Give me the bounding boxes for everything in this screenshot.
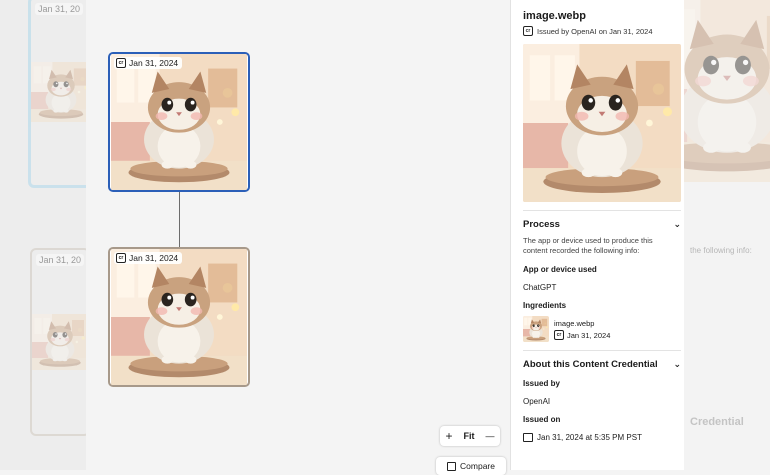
- node-date-chip: cr Jan 31, 2024: [114, 57, 183, 69]
- background-right: the following info: Credential !: [684, 0, 770, 470]
- credential-panel: image.webp cr Issued by OpenAI on Jan 31…: [510, 0, 684, 470]
- process-section-header[interactable]: Process ⌄: [523, 219, 681, 230]
- process-heading: Process: [523, 219, 560, 230]
- ghost-node-bottom: Jan 31, 20: [30, 248, 90, 436]
- compare-icon: [447, 461, 457, 471]
- about-section-header[interactable]: About this Content Credential ⌄: [523, 359, 681, 370]
- node-date: Jan 31, 2024: [129, 253, 179, 263]
- divider: [523, 210, 681, 211]
- ghost-date-label-2: Jan 31, 20: [36, 254, 85, 266]
- about-heading: About this Content Credential: [523, 359, 658, 371]
- content-credential-icon: cr: [523, 26, 533, 36]
- calendar-icon: [523, 433, 533, 443]
- ingredient-name: image.webp: [554, 319, 595, 329]
- zoom-in-button[interactable]: +: [445, 429, 452, 443]
- divider: [523, 350, 681, 352]
- issued-on-row: Jan 31, 2024 at 5:35 PM PST: [523, 433, 684, 443]
- node-connector: [179, 192, 180, 247]
- ingredient-date: Jan 31, 2024: [567, 330, 611, 340]
- issued-by-label: Issued by: [523, 379, 560, 389]
- node-date-chip: cr Jan 31, 2024: [114, 252, 183, 264]
- ingredient-item[interactable]: image.webp cr Jan 31, 2024: [523, 316, 684, 342]
- content-credential-icon: cr: [554, 330, 564, 341]
- chevron-down-icon: ⌄: [673, 359, 681, 370]
- app-label: App or device used: [523, 265, 597, 275]
- panel-image: [523, 44, 681, 202]
- node-thumbnail: [110, 54, 248, 190]
- chevron-down-icon: ⌄: [673, 219, 681, 229]
- content-credential-icon: cr: [116, 253, 126, 263]
- zoom-controls: + Fit —: [440, 426, 500, 446]
- issued-on-label: Issued on: [523, 415, 561, 425]
- node-thumbnail: [110, 249, 248, 385]
- issued-on-value: Jan 31, 2024 at 5:35 PM PST: [537, 433, 642, 443]
- ingredients-label: Ingredients: [523, 301, 567, 311]
- provenance-canvas[interactable]: cr Jan 31, 2024 cr Jan 31, 2024 + Fit — …: [86, 0, 510, 475]
- fit-button[interactable]: Fit: [463, 431, 474, 441]
- node-date: Jan 31, 2024: [129, 58, 179, 68]
- faded-image: [684, 0, 770, 182]
- ghost-date-label: Jan 31, 20: [35, 3, 84, 15]
- provenance-node-selected[interactable]: cr Jan 31, 2024: [108, 52, 250, 192]
- issued-line-text: Issued by OpenAI on Jan 31, 2024: [537, 26, 653, 36]
- provenance-node-ingredient[interactable]: cr Jan 31, 2024: [108, 247, 250, 387]
- app-value: ChatGPT: [523, 283, 557, 293]
- issued-line: cr Issued by OpenAI on Jan 31, 2024: [523, 26, 684, 36]
- faded-heading: Credential: [690, 416, 744, 428]
- zoom-out-button[interactable]: —: [485, 431, 494, 441]
- issued-by-value: OpenAI: [523, 397, 551, 407]
- ingredient-thumbnail: [523, 316, 549, 342]
- process-description: The app or device used to produce this c…: [523, 236, 653, 256]
- faded-text: the following info:: [690, 246, 752, 255]
- panel-title: image.webp: [523, 10, 586, 22]
- content-credential-icon: cr: [116, 58, 126, 68]
- ghost-node-top: Jan 31, 20: [28, 0, 94, 188]
- compare-button[interactable]: Compare: [436, 457, 506, 475]
